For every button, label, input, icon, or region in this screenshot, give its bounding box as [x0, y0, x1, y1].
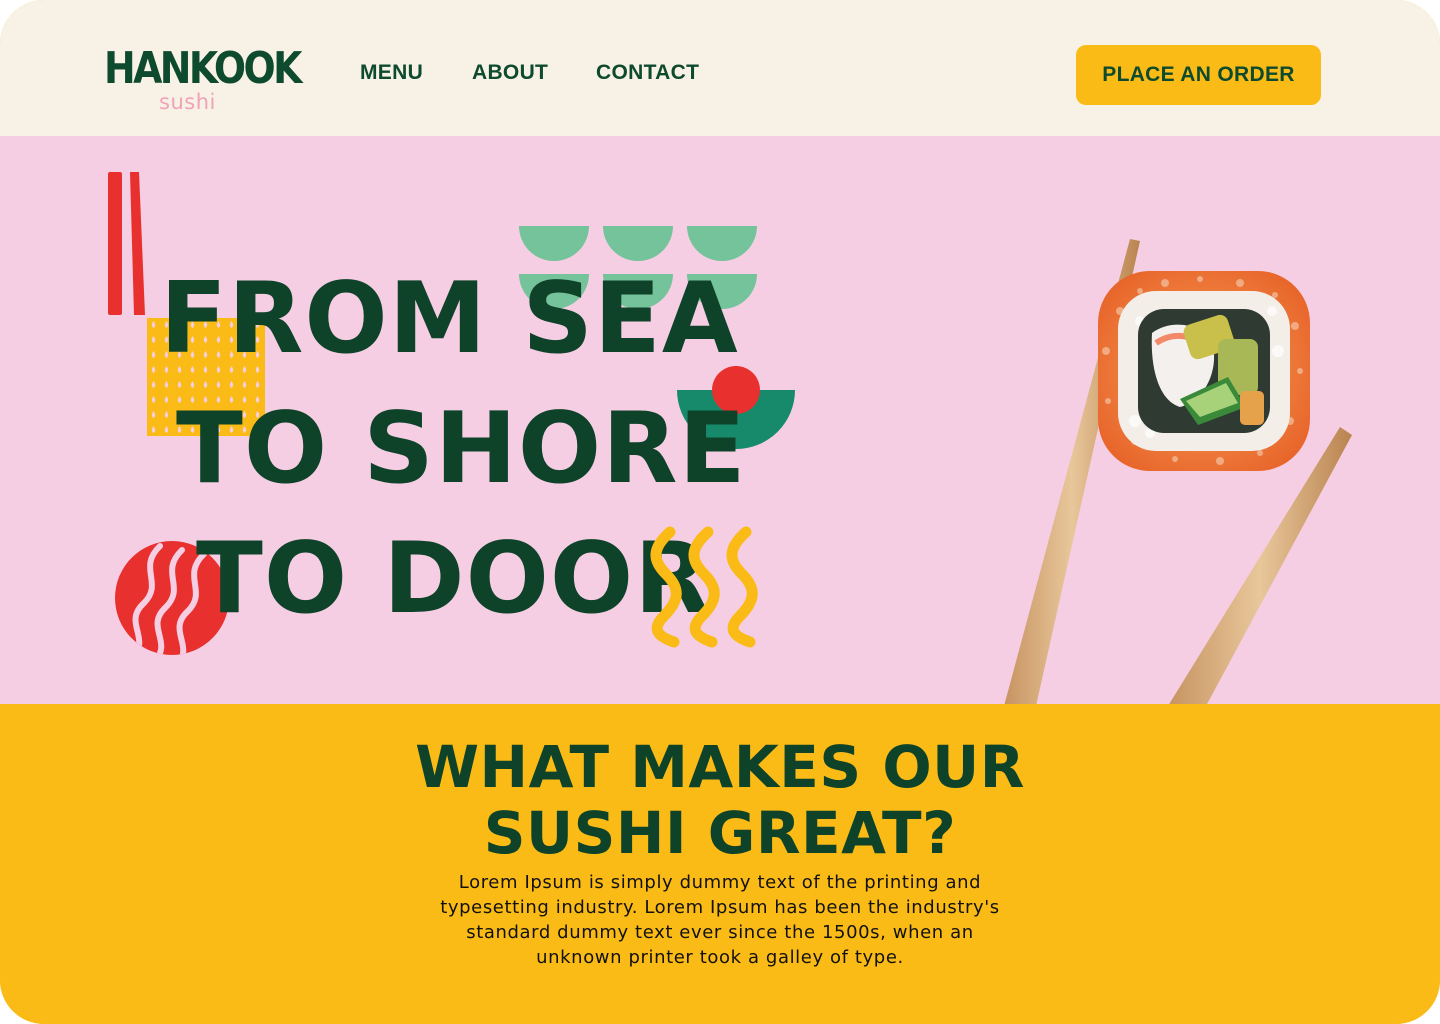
page-frame: HANKOOK sushi MENU ABOUT CONTACT PLACE A…: [0, 0, 1440, 1024]
hero-heading-line: TO DOOR: [196, 522, 711, 636]
site-header: HANKOOK sushi MENU ABOUT CONTACT PLACE A…: [0, 0, 1440, 136]
sushi-chopsticks-illustration: [1004, 239, 1352, 704]
hero-heading-line: TO SHORE: [176, 392, 747, 506]
hero-section: FROM SEA TO SHORE TO DOOR: [0, 136, 1440, 704]
features-heading-line: SUSHI GREAT?: [483, 799, 957, 867]
brand-logo[interactable]: HANKOOK sushi: [104, 42, 302, 118]
logo-subtitle: sushi: [159, 90, 216, 114]
nav-link-contact[interactable]: CONTACT: [596, 60, 699, 86]
features-heading: WHAT MAKES OUR SUSHI GREAT?: [0, 734, 1440, 866]
features-heading-line: WHAT MAKES OUR: [415, 733, 1025, 801]
nav-link-menu[interactable]: MENU: [360, 60, 423, 86]
features-description: Lorem Ipsum is simply dummy text of the …: [440, 872, 1000, 968]
nav-link-about[interactable]: ABOUT: [472, 60, 548, 86]
chopsticks-decoration: [108, 172, 145, 315]
squiggle-lines-decoration: [650, 526, 758, 648]
features-section: WHAT MAKES OUR SUSHI GREAT? Lorem Ipsum …: [0, 704, 1440, 1024]
place-order-button[interactable]: PLACE AN ORDER: [1076, 45, 1321, 105]
hero-heading-line: FROM SEA: [160, 262, 739, 376]
logo-wordmark: HANKOOK: [104, 43, 302, 94]
